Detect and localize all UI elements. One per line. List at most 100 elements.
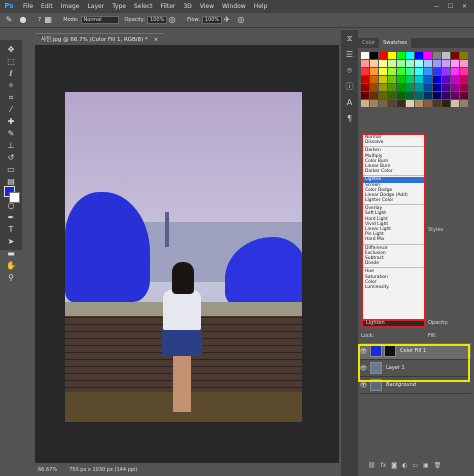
swatch[interactable] <box>388 52 396 59</box>
link-icon[interactable]: ⛓ <box>368 462 376 469</box>
swatch[interactable] <box>460 76 468 83</box>
mode-select[interactable]: Normal <box>80 16 119 24</box>
tab-swatches[interactable]: Swatches <box>379 38 411 48</box>
swatch[interactable] <box>388 100 396 107</box>
eyedropper-tool-icon[interactable]: ⁄ <box>2 104 20 115</box>
menu-filter[interactable]: Filter <box>157 0 180 13</box>
close-button[interactable]: ✕ <box>459 2 470 11</box>
swatch[interactable] <box>397 92 405 99</box>
swatch[interactable] <box>442 84 450 91</box>
menu-select[interactable]: Select <box>130 0 157 13</box>
crop-tool-icon[interactable]: ⌗ <box>2 92 20 103</box>
opacity-field[interactable]: 100% <box>147 16 168 24</box>
tab-color[interactable]: Color <box>358 38 379 48</box>
info-icon[interactable]: ⓘ <box>343 81 356 93</box>
swatch[interactable] <box>388 60 396 67</box>
swatch[interactable] <box>451 92 459 99</box>
blend-mode-option[interactable]: Dissolve <box>363 140 424 145</box>
swatch[interactable] <box>406 84 414 91</box>
background-color[interactable] <box>9 192 20 203</box>
swatch[interactable] <box>451 52 459 59</box>
menu-edit[interactable]: Edit <box>37 0 57 13</box>
mask-icon[interactable]: ◙ <box>391 462 397 469</box>
pressure-opacity-icon[interactable]: ◎ <box>167 15 177 25</box>
new-layer-icon[interactable]: ▣ <box>423 462 429 469</box>
swatch[interactable] <box>433 84 441 91</box>
swatch[interactable] <box>451 68 459 75</box>
swatch[interactable] <box>379 92 387 99</box>
tab-styles[interactable]: Styles <box>428 227 443 233</box>
swatch[interactable] <box>361 100 369 107</box>
swatch[interactable] <box>370 52 378 59</box>
menu-help[interactable]: Help <box>250 0 272 13</box>
swatch[interactable] <box>370 76 378 83</box>
paragraph-icon[interactable]: ¶ <box>343 113 356 125</box>
brush-preset-icon[interactable]: ● <box>18 15 28 25</box>
swatch[interactable] <box>379 76 387 83</box>
close-tab-icon[interactable]: × <box>154 34 159 45</box>
layer-thumbnail[interactable] <box>370 379 382 391</box>
hand-tool-icon[interactable]: ✋ <box>2 260 20 271</box>
swatch[interactable] <box>388 68 396 75</box>
marquee-tool-icon[interactable]: ⬚ <box>2 56 20 67</box>
swatch[interactable] <box>460 68 468 75</box>
swatch[interactable] <box>397 52 405 59</box>
swatch[interactable] <box>442 100 450 107</box>
layer-thumbnail[interactable] <box>370 345 382 357</box>
swatch[interactable] <box>379 60 387 67</box>
swatch[interactable] <box>460 52 468 59</box>
swatch[interactable] <box>406 52 414 59</box>
swatch[interactable] <box>361 76 369 83</box>
visibility-eye-icon[interactable]: 👁 <box>359 382 368 389</box>
pressure-size-icon[interactable]: ◎ <box>236 15 246 25</box>
path-select-icon[interactable]: ➤ <box>2 236 20 247</box>
swatch[interactable] <box>415 84 423 91</box>
swatch[interactable] <box>442 92 450 99</box>
swatch[interactable] <box>370 100 378 107</box>
swatch[interactable] <box>433 68 441 75</box>
swatch[interactable] <box>424 60 432 67</box>
swatch[interactable] <box>379 52 387 59</box>
blend-mode-option[interactable]: Darker Color <box>363 169 424 174</box>
layer-mask-thumbnail[interactable] <box>384 345 396 357</box>
swatch[interactable] <box>442 60 450 67</box>
swatch[interactable] <box>406 76 414 83</box>
swatch[interactable] <box>397 100 405 107</box>
swatch[interactable] <box>424 76 432 83</box>
blend-mode-option[interactable]: Hard Mix <box>363 237 424 242</box>
folder-icon[interactable]: ▭ <box>412 462 418 469</box>
swatch[interactable] <box>433 60 441 67</box>
menu-file[interactable]: File <box>19 0 37 13</box>
blend-mode-option[interactable]: Divide <box>363 261 424 266</box>
swatch[interactable] <box>424 92 432 99</box>
menu-layer[interactable]: Layer <box>83 0 108 13</box>
swatch[interactable] <box>406 100 414 107</box>
quick-select-tool-icon[interactable]: ✧ <box>2 80 20 91</box>
swatch[interactable] <box>388 84 396 91</box>
menu-type[interactable]: Type <box>108 0 130 13</box>
visibility-eye-icon[interactable]: 👁 <box>359 365 368 372</box>
swatch[interactable] <box>397 68 405 75</box>
swatch[interactable] <box>451 60 459 67</box>
swatch[interactable] <box>460 100 468 107</box>
clone-stamp-icon[interactable]: ⊥ <box>2 140 20 151</box>
swatch[interactable] <box>370 92 378 99</box>
zoom-tool-icon[interactable]: ⚲ <box>2 272 20 283</box>
maximize-button[interactable]: ☐ <box>445 2 456 11</box>
character-icon[interactable]: A <box>343 97 356 109</box>
swatch[interactable] <box>361 52 369 59</box>
zoom-level[interactable]: 66.67% <box>38 465 57 476</box>
swatch[interactable] <box>424 84 432 91</box>
menu-3d[interactable]: 3D <box>179 0 195 13</box>
swatch[interactable] <box>397 76 405 83</box>
swatch[interactable] <box>370 84 378 91</box>
menu-image[interactable]: Image <box>57 0 84 13</box>
blend-mode-option[interactable]: Luminosity <box>363 285 424 290</box>
menu-window[interactable]: Window <box>218 0 250 13</box>
healing-brush-icon[interactable]: ✚ <box>2 116 20 127</box>
swatch[interactable] <box>442 68 450 75</box>
swatch[interactable] <box>361 60 369 67</box>
swatch[interactable] <box>361 92 369 99</box>
history-icon[interactable]: ⧖ <box>343 33 356 45</box>
eraser-tool-icon[interactable]: ▭ <box>2 164 20 175</box>
